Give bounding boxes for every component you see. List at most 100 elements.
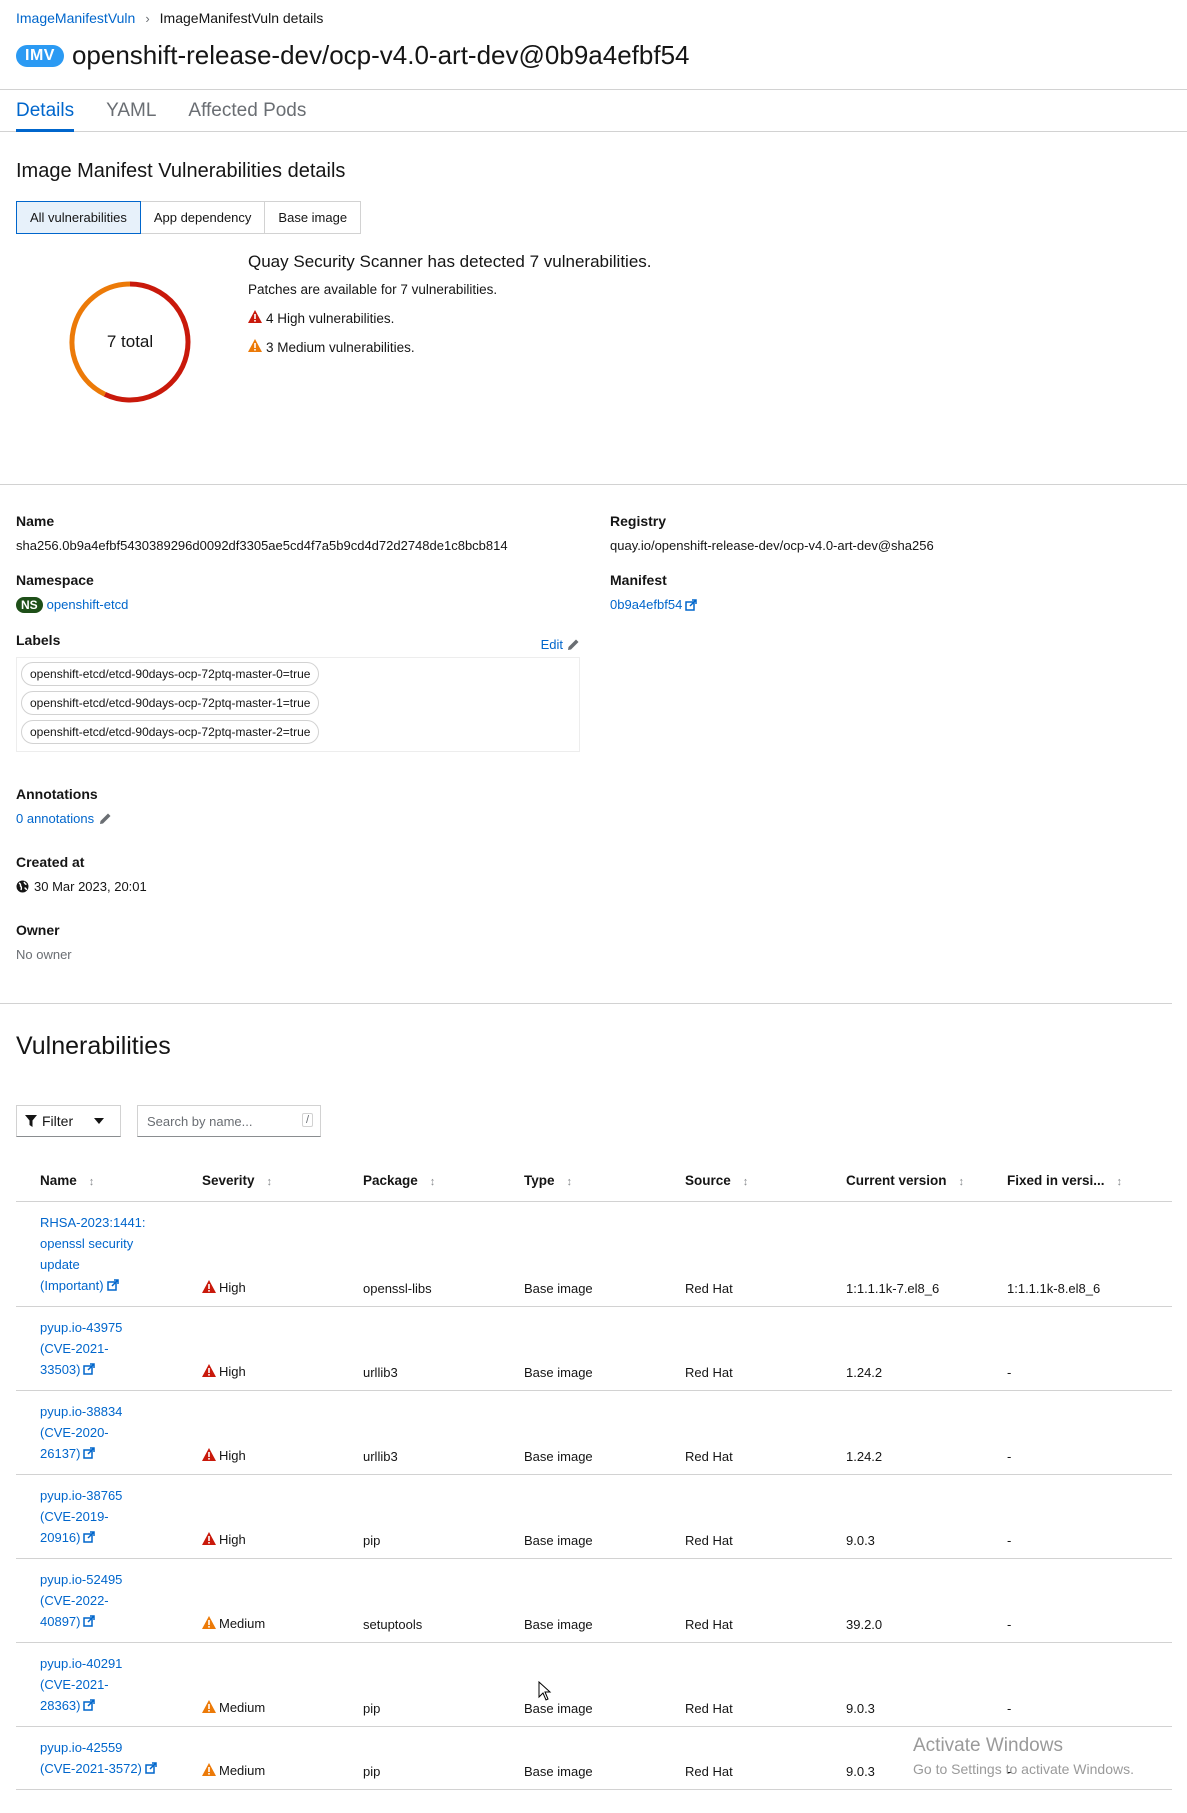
vulnerability-name-cell: pyup.io-38765 (CVE-2019- 20916) [16, 1474, 178, 1559]
filter-dropdown[interactable]: Filter [16, 1105, 121, 1137]
breadcrumb: ImageManifestVuln › ImageManifestVuln de… [16, 10, 1171, 26]
vulnerability-filter-toggle-group: All vulnerabilities App dependency Base … [16, 201, 1171, 234]
high-text: High vulnerabilities. [277, 310, 395, 326]
label-chip[interactable]: openshift-etcd/etcd-90days-ocp-72ptq-mas… [21, 662, 320, 686]
column-header[interactable]: Source ↕ [661, 1161, 822, 1202]
high-severity-icon [202, 1279, 216, 1296]
vulnerability-name-line: 28363) [40, 1697, 81, 1713]
sort-icon[interactable]: ↕ [89, 1176, 95, 1188]
source-cell: Red Hat [661, 1201, 822, 1307]
source-cell: Red Hat [661, 1726, 822, 1790]
type-cell: Base image [500, 1558, 661, 1643]
external-link-icon [104, 1278, 119, 1293]
vulnerability-name-cell: pyup.io-38834 (CVE-2020- 26137) [16, 1390, 178, 1475]
manifest-label: Manifest [610, 572, 667, 588]
vulnerability-link[interactable]: pyup.io-42559 (CVE-2021-3572) [40, 1740, 157, 1776]
tab-yaml[interactable]: YAML [106, 90, 156, 131]
owner-label: Owner [16, 922, 60, 938]
labels-edit-button[interactable]: Edit [541, 632, 580, 657]
pencil-icon [100, 813, 111, 824]
sort-icon[interactable]: ↕ [959, 1176, 965, 1188]
search-by-name-input[interactable] [137, 1105, 321, 1137]
sort-icon[interactable]: ↕ [743, 1176, 749, 1188]
watermark-line2: Go to Settings to activate Windows. [913, 1761, 1134, 1777]
vulnerability-link[interactable]: pyup.io-38765 (CVE-2019- 20916) [40, 1488, 122, 1545]
package-cell: urllib3 [339, 1306, 500, 1391]
vulnerability-link[interactable]: pyup.io-40291 (CVE-2021- 28363) [40, 1656, 122, 1713]
page-header: ImageManifestVuln › ImageManifestVuln de… [0, 0, 1187, 90]
sort-icon[interactable]: ↕ [567, 1176, 573, 1188]
manifest-link[interactable]: 0b9a4efbf54 [610, 597, 682, 612]
vulnerability-summary-section: Image Manifest Vulnerabilities details A… [0, 160, 1187, 420]
vulnerability-link[interactable]: pyup.io-43975 (CVE-2021- 33503) [40, 1320, 122, 1377]
high-vulnerabilities-line: 4 High vulnerabilities. [248, 310, 652, 326]
registry-label: Registry [610, 513, 667, 529]
table-row: pyup.io-38834 (CVE-2020- 26137) High urllib3… [16, 1390, 1172, 1475]
vulnerabilities-toolbar: Filter / [0, 1105, 1187, 1137]
severity-cell: Medium [178, 1726, 339, 1790]
vulnerability-link[interactable]: pyup.io-52495 (CVE-2022- 40897) [40, 1572, 122, 1629]
column-header[interactable]: Fixed in versi... ↕ [983, 1161, 1172, 1202]
column-header[interactable]: Package ↕ [339, 1161, 500, 1202]
sort-icon[interactable]: ↕ [1117, 1176, 1123, 1188]
type-cell: Base image [500, 1201, 661, 1307]
vulnerability-link[interactable]: pyup.io-38834 (CVE-2020- 26137) [40, 1404, 122, 1461]
activate-windows-watermark: Activate Windows Go to Settings to activ… [913, 1735, 1134, 1777]
table-row: pyup.io-40291 (CVE-2021- 28363) Medium pip Ba… [16, 1642, 1172, 1727]
vulnerability-name-line: (CVE-2022- [40, 1592, 109, 1608]
medium-severity-icon [202, 1762, 216, 1779]
vulnerability-name-cell: pyup.io-52495 (CVE-2022- 40897) [16, 1558, 178, 1643]
current-version-cell: 1:1.1.1k-7.el8_6 [822, 1201, 983, 1307]
current-version-cell: 9.0.3 [822, 1642, 983, 1727]
vulnerability-name-line: (CVE-2020- [40, 1424, 109, 1440]
section-heading: Image Manifest Vulnerabilities details [16, 160, 346, 182]
fixed-version-cell: - [983, 1390, 1172, 1475]
vulnerabilities-heading: Vulnerabilities [16, 1032, 171, 1060]
breadcrumb-parent-link[interactable]: ImageManifestVuln [16, 10, 135, 26]
column-header[interactable]: Name ↕ [16, 1161, 178, 1202]
vulnerability-donut-chart: 7 total [16, 252, 248, 412]
labels-label: Labels [16, 632, 61, 648]
namespace-link[interactable]: openshift-etcd [47, 597, 129, 612]
type-cell: Base image [500, 1726, 661, 1790]
donut-total-label: 7 total [106, 332, 154, 351]
resource-details: Name sha256.0b9a4efbf5430389296d0092df33… [0, 513, 1187, 981]
severity-text: High [219, 1280, 246, 1295]
label-chip[interactable]: openshift-etcd/etcd-90days-ocp-72ptq-mas… [21, 691, 320, 715]
sort-icon[interactable]: ↕ [267, 1176, 273, 1188]
package-cell: urllib3 [339, 1390, 500, 1475]
table-header-row: Name ↕ Severity ↕ Package ↕ Type ↕ Source ↕ Curren… [16, 1161, 1172, 1202]
medium-severity-icon [202, 1615, 216, 1632]
toggle-base-image[interactable]: Base image [265, 201, 362, 234]
toggle-app-dependency[interactable]: App dependency [140, 201, 266, 234]
severity-text: Medium [219, 1763, 266, 1778]
namespace-badge: NS [16, 597, 43, 613]
fixed-version-cell: - [983, 1474, 1172, 1559]
column-header-label: Type [524, 1173, 555, 1189]
column-header-label: Name [40, 1173, 77, 1189]
package-cell: pip [339, 1474, 500, 1559]
tab-affected-pods[interactable]: Affected Pods [188, 90, 306, 131]
created-at-value: 30 Mar 2023, 20:01 [34, 879, 147, 894]
resource-kind-badge: IMV [16, 44, 64, 67]
annotations-link[interactable]: 0 annotations [16, 811, 94, 826]
source-cell: Red Hat [661, 1306, 822, 1391]
toggle-all-vulnerabilities[interactable]: All vulnerabilities [16, 201, 141, 234]
column-header[interactable]: Severity ↕ [178, 1161, 339, 1202]
column-header[interactable]: Type ↕ [500, 1161, 661, 1202]
medium-vulnerabilities-line: 3 Medium vulnerabilities. [248, 339, 652, 355]
patches-available-text: Patches are available for 7 vulnerabilit… [248, 282, 498, 297]
high-severity-icon [202, 1447, 216, 1464]
label-chip[interactable]: openshift-etcd/etcd-90days-ocp-72ptq-mas… [21, 720, 320, 744]
vulnerability-link[interactable]: RHSA-2023:1441: openssl security update (Im… [40, 1215, 146, 1293]
sort-icon[interactable]: ↕ [430, 1176, 436, 1188]
external-link-icon [142, 1761, 157, 1776]
globe-icon [16, 880, 29, 893]
tab-details[interactable]: Details [16, 90, 75, 132]
medium-count: 3 [266, 339, 274, 355]
high-count: 4 [266, 310, 274, 326]
source-cell: Red Hat [661, 1390, 822, 1475]
external-link-icon [80, 1614, 96, 1629]
column-header[interactable]: Current version ↕ [822, 1161, 983, 1202]
vulnerability-name-line: pyup.io-38765 [40, 1487, 123, 1503]
